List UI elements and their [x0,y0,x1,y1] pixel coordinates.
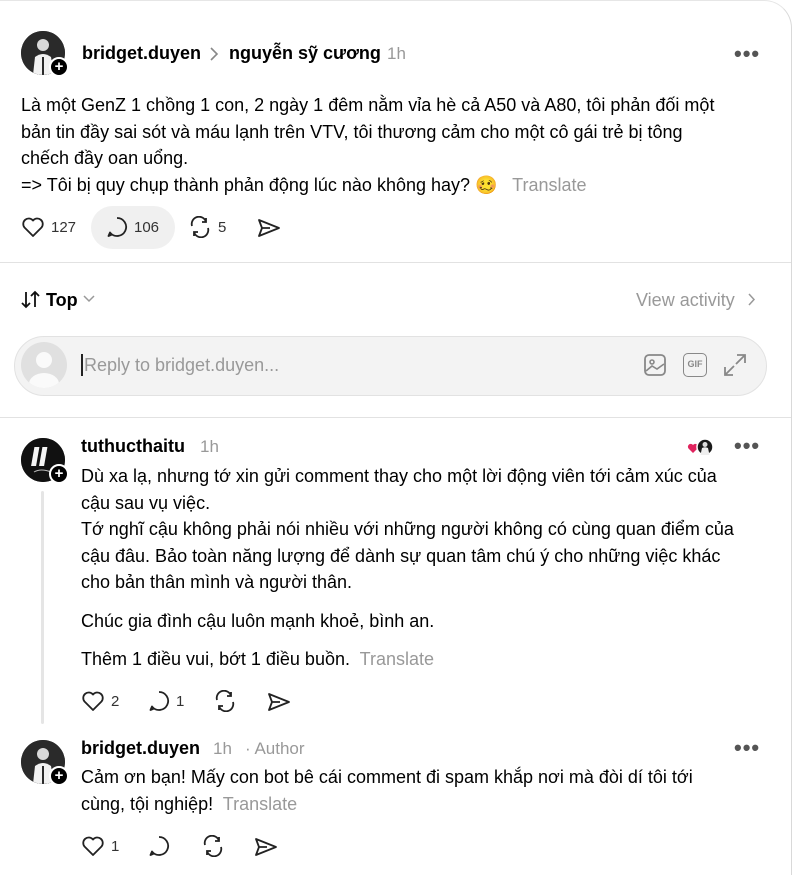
comment-text-line: cậu đâu. Bảo toàn năng lượng để dành sự … [81,545,721,566]
comment-button[interactable]: 1 [148,690,184,712]
share-icon[interactable] [257,217,281,239]
section-divider [0,417,791,418]
heart-icon [82,691,104,711]
comment-text-line: Tớ nghĩ cậu không phải nói nhiều với nhữ… [81,519,734,539]
comment-text-line: Dù xa lạ, nhưng tớ xin gửi comment thay … [81,466,717,486]
gif-icon[interactable]: GIF [683,353,707,377]
chevron-right-icon[interactable] [747,293,756,306]
comment-text-line: cậu sau vụ việc. [81,492,211,513]
expand-icon[interactable] [723,353,747,377]
comment-time[interactable]: 1h [213,739,232,759]
comment-text-line: Thêm 1 điều vui, bớt 1 điều buồn. Transl… [81,649,435,669]
like-count: 1 [111,837,120,855]
repost-icon[interactable] [201,835,225,857]
comment-text: Cảm ơn bạn! Mấy con bot bê cái comment đ… [81,764,781,817]
more-icon[interactable]: ••• [734,735,760,761]
comment-icon [107,217,128,237]
comment-count: 1 [176,692,185,710]
translate-link[interactable]: Translate [512,175,586,195]
comment-count: 106 [134,218,160,236]
view-activity-link[interactable]: View activity [636,290,735,311]
section-divider [0,262,791,263]
share-icon[interactable] [254,836,278,858]
comment-text-line: Chúc gia đình cậu luôn mạnh khoẻ, bình a… [81,610,435,631]
post-text: Là một GenZ 1 chồng 1 con, 2 ngày 1 đêm … [21,92,781,198]
thread-view: + bridget.duyen nguyễn sỹ cương 1h ••• L… [0,0,792,875]
comment-icon [149,691,170,711]
text-cursor [81,354,83,376]
share-icon[interactable] [267,691,291,713]
heart-icon [82,836,104,856]
comment-text-line: Cảm ơn bạn! Mấy con bot bê cái comment đ… [81,767,693,787]
translate-link[interactable]: Translate [360,649,434,669]
like-button[interactable]: 1 [81,835,119,857]
comment-icon[interactable] [148,835,170,857]
like-button[interactable]: 2 [81,690,119,712]
more-icon[interactable]: ••• [734,41,760,67]
follow-plus-icon[interactable]: + [49,464,69,484]
repost-button[interactable]: 5 [188,216,226,238]
post-text-line: chếch đầy oan uổng. [21,148,189,168]
post-text-line: Là một GenZ 1 chồng 1 con, 2 ngày 1 đêm … [21,95,715,115]
post-author-name[interactable]: bridget.duyen [82,43,201,64]
more-icon[interactable]: ••• [734,433,760,459]
liked-by-author-icon [687,438,715,456]
sort-label[interactable]: Top [46,290,78,311]
comment-text: Dù xa lạ, nhưng tớ xin gửi comment thay … [81,463,781,673]
thread-line [41,491,44,724]
repost-icon[interactable] [213,690,237,712]
image-icon[interactable] [643,353,667,377]
post-time[interactable]: 1h [387,44,406,64]
heart-icon [22,217,44,237]
like-count: 2 [111,692,120,710]
comment-text-line: cùng, tội nghiệp! Translate [81,793,298,814]
like-count: 127 [51,218,77,236]
sort-icon[interactable] [21,290,41,309]
repost-icon [190,216,210,238]
comment-author-name[interactable]: tuthucthaitu [81,436,185,457]
reply-to-name[interactable]: nguyễn sỹ cương [229,43,381,64]
like-button[interactable]: 127 [21,216,76,238]
comment-time[interactable]: 1h [200,437,219,457]
repost-count: 5 [218,218,227,236]
follow-plus-icon[interactable]: + [49,766,69,786]
translate-link[interactable]: Translate [223,794,297,814]
follow-plus-icon[interactable]: + [49,57,69,77]
reply-input[interactable]: Reply to bridget.duyen... [84,355,279,376]
current-user-avatar [21,342,67,388]
comment-button[interactable]: 106 [106,216,159,238]
author-tag: · Author [245,739,305,758]
comment-text-line: cho bản thân mình và người thân. [81,572,353,592]
chevron-right-icon [210,47,219,61]
post-text-line: => Tôi bị quy chụp thành phản động lúc n… [21,174,587,195]
post-text-line: bản tin đầy sai sót và máu lạnh trên VTV… [21,121,683,142]
chevron-down-icon[interactable] [83,295,95,303]
comment-author-name[interactable]: bridget.duyen [81,738,200,759]
